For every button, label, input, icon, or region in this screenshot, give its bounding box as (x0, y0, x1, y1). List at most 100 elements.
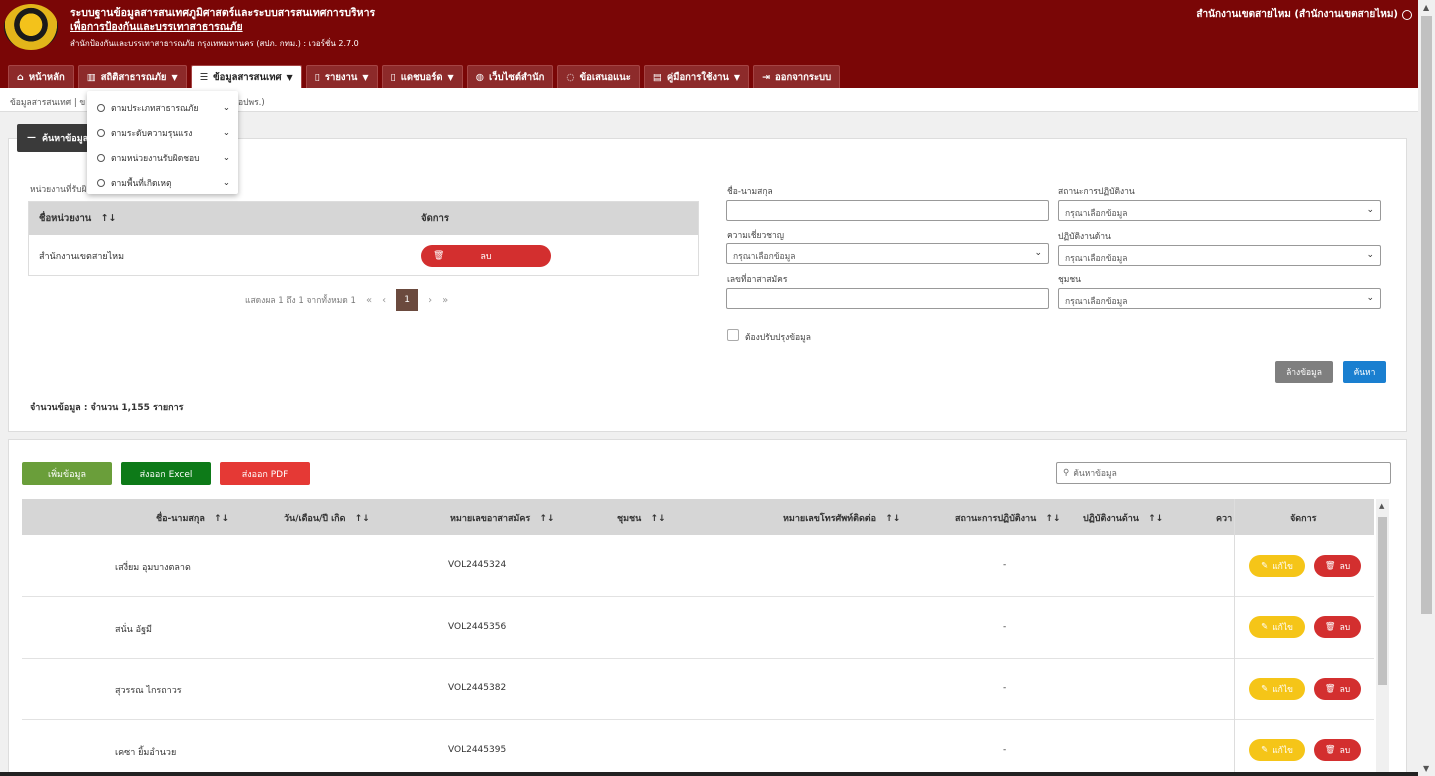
col-duty[interactable]: ปฏิบัติงานด้าน ↑↓ (1083, 511, 1163, 525)
chevron-down-icon: ▼ (171, 72, 178, 82)
nav-report[interactable]: ▯ รายงาน ▼ (305, 65, 378, 88)
row-volunteer-no: VOL2445356 (448, 622, 507, 632)
scroll-up-icon[interactable]: ▲ (1379, 502, 1384, 510)
dropdown-item-severity[interactable]: ตามระดับความรุนแรง ⌄ (87, 120, 238, 145)
nav-manual[interactable]: ▤ คู่มือการใช้งาน ▼ (643, 65, 750, 88)
action-column: ✎ แก้ไข 🗑 ลบ ✎ แก้ไข 🗑 ลบ ✎ แก้ไข 🗑 ลบ ✎ แก้ไข … (1234, 499, 1374, 776)
results-table-header: ชื่อ-นามสกุล ↑↓ วัน/เดือน/ปี เกิด ↑↓ หมา… (22, 499, 1374, 535)
clear-button[interactable]: ล้างข้อมูล (1275, 361, 1333, 383)
edit-button[interactable]: ✎ แก้ไข (1249, 678, 1305, 700)
unit-delete-button[interactable]: 🗑 ลบ (421, 244, 551, 267)
delete-button[interactable]: 🗑 ลบ (1314, 678, 1361, 700)
add-button[interactable]: เพิ่มข้อมูล (22, 462, 112, 485)
delete-label: ลบ (1339, 623, 1351, 633)
system-title-line2: เพื่อการป้องกันและบรรเทาสาธารณภัย (70, 21, 243, 33)
page-scroll-thumb[interactable] (1421, 16, 1432, 614)
col-volunteer-no-label: หมายเลขอาสาสมัคร (450, 514, 531, 524)
col-phone[interactable]: หมายเลขโทรศัพท์ติดต่อ ↑↓ (783, 511, 900, 525)
delete-button[interactable]: 🗑 ลบ (1314, 555, 1361, 577)
nav-website[interactable]: ◍ เว็บไซต์สำนัก (466, 65, 554, 88)
name-field[interactable] (726, 200, 1049, 221)
nav-stats[interactable]: ▥ สถิติสาธารณภัย ▼ (77, 65, 187, 88)
table-scrollbar[interactable]: ▲ (1376, 499, 1389, 776)
chevron-down-icon: ▼ (447, 72, 454, 82)
table-row: เคซา ยิ้มอำนวย VOL2445395 - (22, 720, 1374, 776)
chevron-down-icon: ⌄ (222, 127, 230, 138)
status-select[interactable]: กรุณาเลือกข้อมูล ⌄ (1058, 200, 1381, 221)
dropdown-item-agency[interactable]: ตามหน่วยงานรับผิดชอบ ⌄ (87, 145, 238, 170)
pager-last[interactable]: » (442, 295, 448, 306)
col-duty-label: ปฏิบัติงานด้าน (1083, 514, 1139, 524)
col-expertise[interactable]: ควา (1216, 511, 1232, 525)
delete-button[interactable]: 🗑 ลบ (1314, 616, 1361, 638)
pager-current[interactable]: 1 (396, 289, 419, 311)
delete-button[interactable]: 🗑 ลบ (1314, 739, 1361, 761)
dropdown-item-area[interactable]: ตามพื้นที่เกิดเหตุ ⌄ (87, 170, 238, 195)
col-status-label: สถานะการปฏิบัติงาน (955, 514, 1037, 524)
nav-info[interactable]: ☰ ข้อมูลสารสนเทศ ▼ (190, 65, 302, 88)
nav-logout-label: ออกจากระบบ (775, 71, 832, 83)
row-status: - (1003, 560, 1007, 570)
scroll-up-icon[interactable]: ▲ (1423, 3, 1429, 12)
record-count: จำนวนข้อมูล : จำนวน 1,155 รายการ (30, 403, 184, 413)
row-volunteer-no: VOL2445382 (448, 683, 507, 693)
duty-select[interactable]: กรุณาเลือกข้อมูล ⌄ (1058, 245, 1381, 266)
edit-button[interactable]: ✎ แก้ไข (1249, 555, 1305, 577)
volunteer-no-field[interactable] (726, 288, 1049, 309)
nav-feedback-label: ข้อเสนอแนะ (579, 71, 631, 83)
home-icon: ⌂ (17, 71, 24, 83)
col-phone-label: หมายเลขโทรศัพท์ติดต่อ (783, 514, 877, 524)
nav-home[interactable]: ⌂ หน้าหลัก (8, 65, 74, 88)
edit-button[interactable]: ✎ แก้ไข (1249, 739, 1305, 761)
community-select[interactable]: กรุณาเลือกข้อมูล ⌄ (1058, 288, 1381, 309)
col-status[interactable]: สถานะการปฏิบัติงาน ↑↓ (955, 511, 1060, 525)
expertise-field-label: ความเชี่ยวชาญ (727, 231, 785, 241)
table-search-placeholder: ค้นหาข้อมูล (1073, 469, 1117, 479)
expertise-select[interactable]: กรุณาเลือกข้อมูล ⌄ (726, 243, 1049, 264)
search-toggle-label: ค้นหาข้อมูล (42, 134, 89, 144)
table-scroll-thumb[interactable] (1378, 517, 1387, 685)
col-birthdate[interactable]: วัน/เดือน/ปี เกิด ↑↓ (284, 511, 370, 525)
table-row: เสงี่ยม อุมบางตลาด VOL2445324 - (22, 535, 1374, 597)
table-search-input[interactable]: ⚲ ค้นหาข้อมูล (1056, 462, 1391, 484)
duty-field-label: ปฏิบัติงานด้าน (1058, 232, 1111, 242)
needs-update-label: ต้องปรับปรุงข้อมูล (745, 333, 811, 343)
col-name[interactable]: ชื่อ-นามสกุล ↑↓ (156, 511, 229, 525)
row-volunteer-no: VOL2445324 (448, 560, 507, 570)
edit-button[interactable]: ✎ แก้ไข (1249, 616, 1305, 638)
nav-dashboard[interactable]: ▯ แดชบอร์ด ▼ (381, 65, 463, 88)
scroll-down-icon[interactable]: ▼ (1423, 764, 1429, 773)
unit-delete-label: ลบ (480, 251, 492, 262)
user-menu[interactable]: สำนักงานเขตสายไหม (สำนักงานเขตสายไหม) (1196, 7, 1412, 22)
trash-icon: 🗑 (1324, 622, 1336, 632)
export-pdf-button[interactable]: ส่งออก PDF (220, 462, 310, 485)
circle-icon (97, 103, 105, 112)
trash-icon: 🗑 (1324, 561, 1336, 571)
needs-update-checkbox[interactable] (727, 329, 739, 341)
nav-feedback[interactable]: ◌ ข้อเสนอแนะ (557, 65, 640, 88)
page-scrollbar[interactable]: ▲ ▼ (1418, 0, 1435, 776)
dropdown-item-type[interactable]: ตามประเภทสาธารณภัย ⌄ (87, 95, 238, 120)
chevron-down-icon: ▼ (733, 72, 741, 82)
pager-prev[interactable]: ‹ (382, 295, 386, 306)
export-excel-button[interactable]: ส่งออก Excel (121, 462, 211, 485)
search-button[interactable]: ค้นหา (1343, 361, 1386, 383)
circle-icon (97, 128, 105, 137)
nav-logout[interactable]: ⇥ ออกจากระบบ (753, 65, 841, 88)
row-status: - (1003, 622, 1007, 632)
pager-first[interactable]: « (366, 295, 372, 306)
edit-label: แก้ไข (1272, 623, 1293, 633)
unit-col-name[interactable]: ชื่อหน่วยงาน ↑↓ (29, 211, 421, 226)
agency-logo (4, 4, 58, 50)
logout-icon: ⇥ (762, 71, 771, 83)
table-row: สำนักงานเขตสายไหม 🗑 ลบ (29, 235, 698, 276)
chart-icon: ▥ (86, 71, 96, 83)
dropdown-item-label: ตามพื้นที่เกิดเหตุ (111, 178, 172, 189)
nav-dashboard-label: แดชบอร์ด (400, 71, 443, 83)
search-toggle-button[interactable]: — ค้นหาข้อมูล (17, 124, 95, 152)
col-volunteer-no[interactable]: หมายเลขอาสาสมัคร ↑↓ (450, 511, 554, 525)
chevron-down-icon: ⌄ (1366, 205, 1374, 215)
sort-icon: ↑↓ (1045, 514, 1061, 524)
col-community[interactable]: ชุมชน ↑↓ (617, 511, 666, 525)
pager-next[interactable]: › (428, 295, 432, 306)
